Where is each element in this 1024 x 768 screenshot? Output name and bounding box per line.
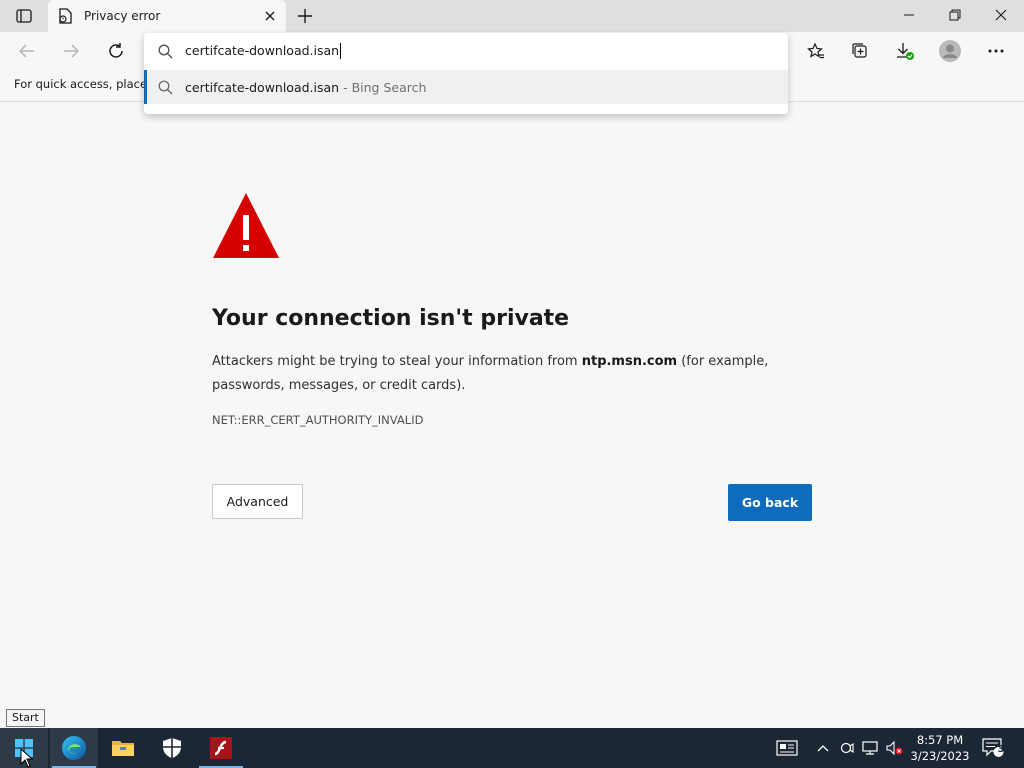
start-button[interactable]: [0, 728, 48, 768]
tab-actions-icon: [16, 9, 32, 23]
minimize-button[interactable]: [886, 0, 932, 30]
tray-show-hidden[interactable]: [814, 728, 832, 768]
tab-title: Privacy error: [84, 9, 161, 23]
camera-icon: [840, 742, 854, 754]
taskbar-security[interactable]: [148, 728, 196, 768]
network-icon: [862, 741, 878, 755]
refresh-icon: [109, 43, 123, 58]
taskbar-edge[interactable]: [50, 728, 98, 768]
download-icon: [897, 43, 914, 60]
action-center-button[interactable]: 3: [980, 728, 1006, 768]
edge-icon: [62, 736, 86, 760]
refresh-button[interactable]: [101, 36, 131, 66]
search-icon: [158, 44, 173, 58]
tray-volume[interactable]: [884, 728, 906, 768]
shield-icon: [163, 738, 181, 758]
error-host: ntp.msn.com: [581, 354, 678, 369]
folder-icon: [112, 741, 134, 756]
mouse-cursor-icon: [20, 748, 34, 768]
downloads-button[interactable]: [890, 36, 920, 66]
warning-triangle-icon: [212, 192, 280, 264]
text-caret: [340, 43, 342, 60]
address-bar[interactable]: certifcate-download.isan: [144, 33, 788, 69]
title-bar: Privacy error: [0, 0, 1024, 32]
forward-button[interactable]: [56, 36, 86, 66]
clock-time: 8:57 PM: [916, 733, 964, 747]
tab-privacy-error[interactable]: Privacy error: [48, 0, 286, 32]
tray-news[interactable]: [774, 728, 800, 768]
avatar-icon: [939, 40, 961, 62]
tab-close-button[interactable]: [262, 8, 278, 24]
tray-network[interactable]: [860, 728, 882, 768]
star-list-icon: [807, 42, 824, 59]
profile-button[interactable]: [935, 36, 965, 66]
arrow-left-icon: [19, 44, 34, 58]
more-icon: [988, 49, 1004, 53]
start-tooltip: Start: [6, 709, 45, 727]
arrow-right-icon: [64, 44, 79, 58]
new-tab-button[interactable]: [294, 6, 316, 26]
suggestion-label: certifcate-download.isan - Bing Search: [185, 80, 426, 95]
close-icon: [265, 11, 275, 21]
favorites-bar-hint: For quick access, place y: [14, 77, 158, 91]
error-description: Attackers might be trying to steal your …: [212, 350, 812, 398]
news-icon: [776, 740, 798, 756]
volume-muted-icon: [886, 741, 903, 755]
taskbar: 8:57 PM 3/23/2023 3: [0, 728, 1024, 768]
taskbar-flash-app[interactable]: [197, 728, 245, 768]
go-back-button[interactable]: Go back: [728, 484, 812, 521]
error-page: Your connection isn't private Attackers …: [0, 103, 1024, 728]
suggestion-source: - Bing Search: [339, 79, 427, 95]
chevron-up-icon: [817, 745, 829, 752]
taskbar-clock[interactable]: 8:57 PM 3/23/2023: [906, 732, 974, 764]
error-description-start: Attackers might be trying to steal your …: [212, 354, 582, 369]
close-icon: [995, 9, 1007, 21]
search-suggestion[interactable]: certifcate-download.isan - Bing Search: [144, 70, 788, 104]
address-input-value: certifcate-download.isan: [185, 42, 340, 58]
back-button[interactable]: [12, 36, 42, 66]
address-input[interactable]: certifcate-download.isan: [185, 42, 342, 60]
error-code: NET::ERR_CERT_AUTHORITY_INVALID: [212, 413, 424, 427]
suggestion-query: certifcate-download.isan: [185, 79, 340, 95]
settings-more-button[interactable]: [981, 36, 1011, 66]
address-bar-dropdown: certifcate-download.isan certifcate-down…: [144, 33, 788, 114]
restore-button[interactable]: [932, 0, 978, 30]
tray-meet[interactable]: [838, 728, 856, 768]
plus-icon: [298, 9, 312, 23]
collections-icon: [852, 43, 867, 58]
notification-count: 3: [997, 744, 1005, 755]
search-icon: [158, 80, 173, 94]
clock-date: 3/23/2023: [910, 749, 970, 763]
taskbar-file-explorer[interactable]: [99, 728, 147, 768]
flash-icon: [210, 737, 232, 759]
minimize-icon: [904, 14, 914, 16]
page-warning-icon: [56, 7, 74, 25]
favorites-button[interactable]: [801, 36, 831, 66]
collections-button[interactable]: [845, 36, 875, 66]
window-close-button[interactable]: [978, 0, 1024, 30]
error-heading: Your connection isn't private: [212, 306, 570, 331]
restore-icon: [949, 9, 961, 21]
tab-actions-button[interactable]: [8, 6, 40, 26]
advanced-button[interactable]: Advanced: [212, 484, 303, 519]
